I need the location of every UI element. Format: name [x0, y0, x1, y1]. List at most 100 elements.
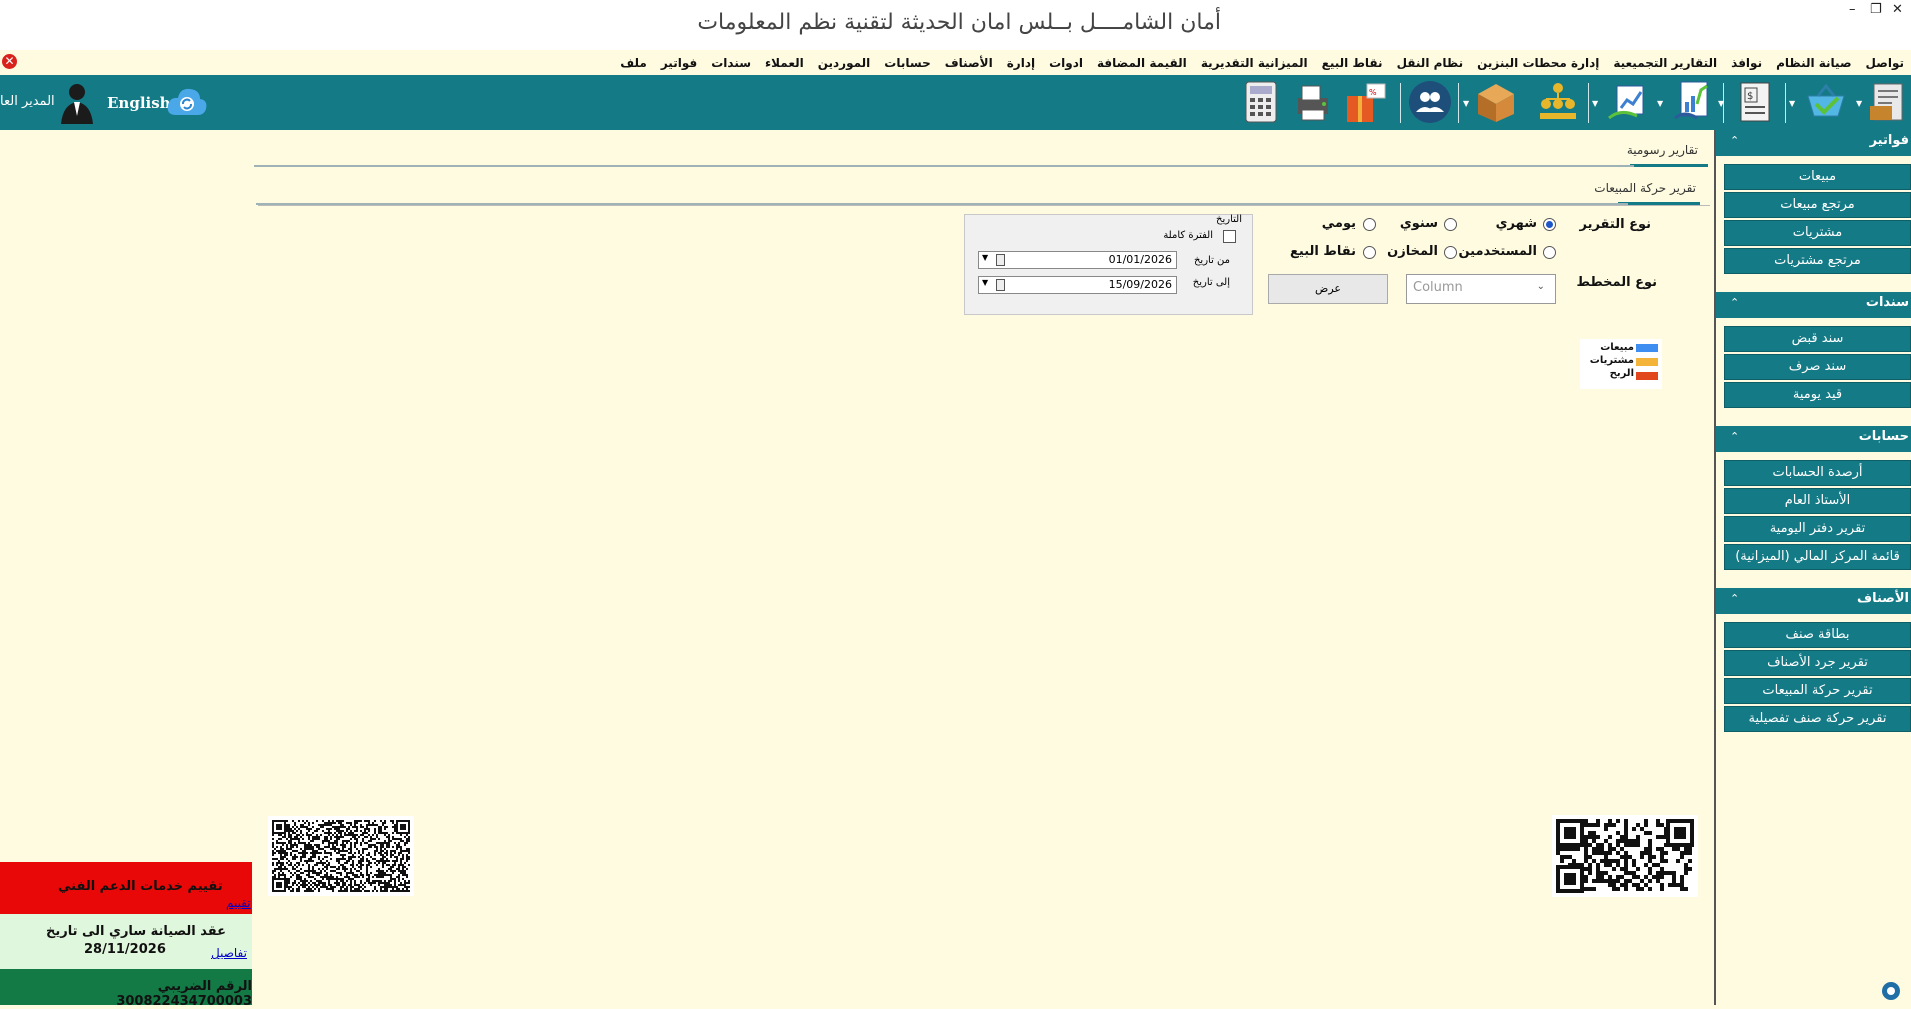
chevron-up-icon[interactable]: ⌃ [1730, 134, 1739, 147]
menu-item[interactable]: صيانة النظام [1769, 56, 1858, 70]
maximize-button[interactable]: ❐ [1870, 2, 1882, 17]
menu-items: ملف فواتير سندات العملاء الموردين حسابات الأصن… [613, 50, 1911, 75]
sidebar-item[interactable]: الأستاذ العام [1724, 488, 1911, 514]
chevron-down-icon[interactable]: ▼ [1657, 99, 1663, 108]
menu-item[interactable]: العملاء [758, 56, 811, 70]
menu-item[interactable]: الأصناف [938, 56, 1000, 70]
tab-graphical-reports[interactable]: تقارير رسومية [1627, 143, 1698, 157]
invoices-icon[interactable] [1866, 80, 1910, 124]
full-period-checkbox[interactable] [1223, 230, 1236, 243]
radio-monthly[interactable] [1543, 218, 1556, 231]
chevron-down-icon[interactable]: ▼ [1592, 99, 1598, 108]
sidebar-item[interactable]: بطاقة صنف [1724, 622, 1911, 648]
sidebar-item[interactable]: سند صرف [1724, 354, 1911, 380]
sidebar-group-header[interactable]: فواتير ⌃ [1716, 130, 1911, 156]
sidebar-item[interactable]: تقرير دفتر اليومية [1724, 516, 1911, 542]
chevron-up-icon[interactable]: ⌃ [1730, 592, 1739, 605]
sidebar-item[interactable]: مشتريات [1724, 220, 1911, 246]
menu-item[interactable]: إدارة محطات البنزين [1470, 56, 1606, 70]
chevron-up-icon[interactable]: ⌃ [1730, 296, 1739, 309]
toolbar-separator [1785, 83, 1786, 123]
sidebar-item[interactable]: تقرير حركة صنف تفصيلية [1724, 706, 1911, 732]
contract-date: 28/11/2026 [84, 942, 166, 957]
chevron-down-icon[interactable]: ▼ [982, 278, 988, 287]
menu-item[interactable]: ادوات [1042, 56, 1090, 70]
purchase-chart-icon[interactable] [1607, 80, 1651, 124]
sidebar-item[interactable]: قائمة المركز المالي (الميزانية) [1724, 544, 1911, 570]
close-icon[interactable]: ✕ [2, 54, 17, 69]
settings-gear-icon[interactable] [1880, 980, 1902, 1002]
radio-daily[interactable] [1363, 218, 1376, 231]
sidebar-group-header[interactable]: سندات ⌃ [1716, 292, 1911, 318]
calculator-icon[interactable] [1238, 80, 1282, 124]
calendar-icon[interactable] [996, 254, 1005, 266]
chevron-down-icon[interactable]: ▼ [1718, 99, 1724, 108]
menu-item[interactable]: نقاط البيع [1315, 56, 1390, 70]
sidebar-item[interactable]: سند قبض [1724, 326, 1911, 352]
radio-warehouses[interactable] [1444, 246, 1457, 259]
purchase-basket-icon[interactable] [1804, 80, 1848, 124]
calendar-icon[interactable] [996, 279, 1005, 291]
sidebar-group-header[interactable]: الأصناف ⌃ [1716, 588, 1911, 614]
chevron-down-icon[interactable]: ⌄ [1537, 281, 1545, 292]
window-title: أمان الشامــــل بــلس امان الحديثة لتقني… [697, 10, 1221, 35]
sidebar-group-header[interactable]: حسابات ⌃ [1716, 426, 1911, 452]
show-button[interactable]: عرض [1268, 274, 1388, 304]
menu-item[interactable]: تواصل [1859, 56, 1911, 70]
chevron-down-icon[interactable]: ▼ [982, 253, 988, 262]
minimize-button[interactable]: – [1849, 2, 1856, 17]
sidebar-item[interactable]: تقرير حركة المبيعات [1724, 678, 1911, 704]
radio-pos[interactable] [1363, 246, 1376, 259]
discount-gift-icon[interactable]: % [1343, 80, 1387, 124]
legend-sales: مبيعات [1600, 342, 1634, 353]
chevron-up-icon[interactable]: ⌃ [1730, 430, 1739, 443]
sidebar-item[interactable]: مرتجع مبيعات [1724, 192, 1911, 218]
menu-item[interactable]: التقارير التجميعية [1606, 56, 1724, 70]
chevron-down-icon[interactable]: ▼ [1856, 99, 1862, 108]
radio-yearly[interactable] [1444, 218, 1457, 231]
menu-item[interactable]: الموردين [811, 56, 878, 70]
chevron-down-icon[interactable]: ▼ [1463, 99, 1469, 108]
full-period-label: الفترة كاملة [1163, 230, 1213, 241]
rate-link[interactable]: تقييم [226, 896, 251, 910]
to-date-value: 15/09/2026 [1108, 278, 1172, 291]
menu-item[interactable]: سندات [704, 56, 758, 70]
date-group-label: التاريخ [1216, 214, 1242, 225]
chart-type-select[interactable]: Column ⌄ [1406, 274, 1556, 304]
from-date-field[interactable]: ▼ 01/01/2026 [978, 251, 1177, 269]
warehouse-box-icon[interactable] [1474, 80, 1518, 124]
radio-daily-label: يومي [1321, 216, 1356, 231]
sidebar-item[interactable]: مبيعات [1724, 164, 1911, 190]
menu-item[interactable]: حسابات [877, 56, 937, 70]
sidebar-item[interactable]: قيد يومية [1724, 382, 1911, 408]
org-chart-icon[interactable] [1536, 80, 1580, 124]
menu-item[interactable]: نظام النقل [1390, 56, 1471, 70]
menu-item[interactable]: نوافذ [1724, 56, 1769, 70]
tab-sales-movement-report[interactable]: تقرير حركة المبيعات [1594, 181, 1696, 195]
sidebar-item[interactable]: مرتجع مشتريات [1724, 248, 1911, 274]
contract-details-link[interactable]: تفاصيل [211, 946, 247, 960]
users-icon[interactable] [1408, 80, 1452, 124]
menu-item[interactable]: فواتير [654, 56, 704, 70]
legend-swatch-profit [1636, 372, 1658, 380]
cloud-sync-icon[interactable] [166, 85, 208, 119]
toolbar-separator [1400, 83, 1401, 123]
menu-item[interactable]: ملف [613, 56, 654, 70]
date-group: التاريخ الفترة كاملة من تاريخ ▼ 01/01/20… [964, 214, 1253, 315]
sidebar-item[interactable]: أرصدة الحسابات [1724, 460, 1911, 486]
close-window-button[interactable]: ✕ [1892, 2, 1903, 17]
radio-monthly-label: شهري [1495, 216, 1537, 231]
user-avatar-icon[interactable] [55, 80, 99, 124]
language-toggle[interactable]: English [107, 94, 171, 112]
sales-chart-icon[interactable] [1671, 80, 1715, 124]
qr-code [1552, 815, 1698, 897]
chevron-down-icon[interactable]: ▼ [1789, 99, 1795, 108]
menu-item[interactable]: إدارة [1000, 56, 1042, 70]
menu-item[interactable]: القيمة المضافة [1090, 56, 1194, 70]
receipt-voucher-icon[interactable]: $ [1733, 80, 1777, 124]
to-date-field[interactable]: ▼ 15/09/2026 [978, 276, 1177, 294]
sidebar-item[interactable]: تقرير جرد الأصناف [1724, 650, 1911, 676]
printer-icon[interactable] [1290, 80, 1334, 124]
menu-item[interactable]: الميزانية التقديرية [1194, 56, 1315, 70]
radio-users[interactable] [1543, 246, 1556, 259]
